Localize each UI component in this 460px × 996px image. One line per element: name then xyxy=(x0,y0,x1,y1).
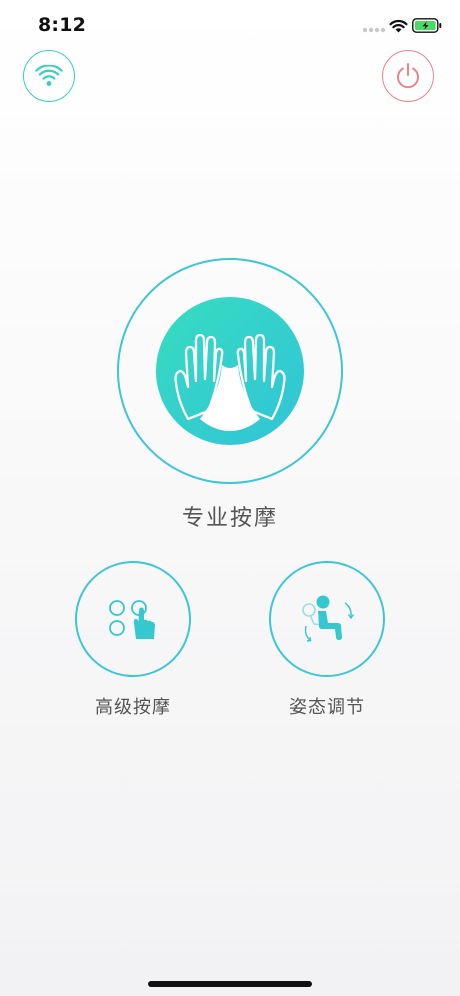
advanced-massage-button[interactable] xyxy=(75,561,191,677)
wifi-button[interactable] xyxy=(23,50,75,102)
battery-icon xyxy=(412,18,442,33)
home-indicator[interactable] xyxy=(148,981,312,987)
recline-posture-icon xyxy=(302,595,355,642)
posture-adjust-button[interactable] xyxy=(269,561,385,677)
professional-massage-button[interactable] xyxy=(117,258,343,484)
professional-massage-icon-disc xyxy=(156,297,304,445)
professional-massage-label: 专业按摩 xyxy=(181,506,278,531)
advanced-massage-label: 高级按摩 xyxy=(95,697,171,718)
power-button[interactable] xyxy=(382,50,434,102)
status-bar: 8:12 xyxy=(0,0,460,44)
signal-dots-icon xyxy=(362,27,386,33)
hands-icon xyxy=(174,333,286,431)
grid-touch-icon xyxy=(109,600,155,639)
status-time: 8:12 xyxy=(38,14,87,36)
posture-adjust-label: 姿态调节 xyxy=(289,697,365,718)
wifi-icon xyxy=(35,65,63,86)
power-icon xyxy=(397,63,419,89)
status-wifi-icon xyxy=(389,19,408,33)
